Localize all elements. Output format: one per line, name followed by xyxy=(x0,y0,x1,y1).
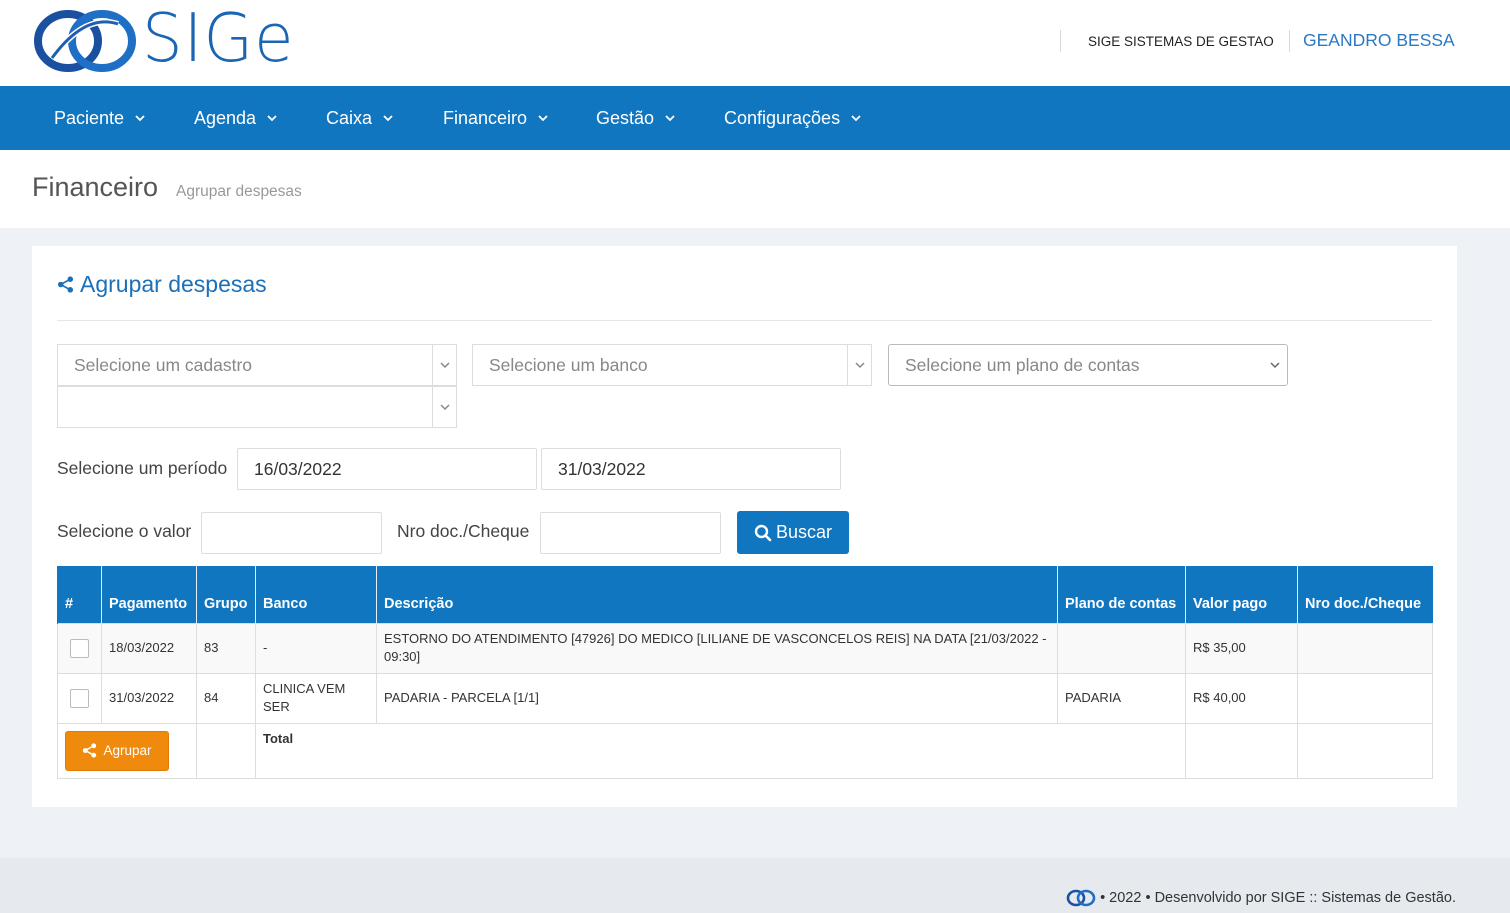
divider xyxy=(57,320,1432,321)
nav-label: Gestão xyxy=(596,107,655,128)
cell-valor: R$ 35,00 xyxy=(1185,622,1298,674)
chevron-down-icon xyxy=(267,115,277,122)
cell-banco: CLINICA VEM SER xyxy=(255,672,377,724)
chevron-down-icon xyxy=(432,387,456,427)
sige-logo[interactable]: SIGe xyxy=(32,0,302,78)
date-from-input[interactable]: 16/03/2022 xyxy=(237,448,537,490)
logo-wordmark: SIGe xyxy=(142,0,295,78)
share-icon xyxy=(83,743,97,758)
col-header[interactable]: Valor pago xyxy=(1185,566,1298,623)
row-select-cell xyxy=(57,672,102,724)
page-header: Financeiro Agrupar despesas xyxy=(0,150,1510,228)
nav-item-gestao[interactable]: Gestão xyxy=(596,86,676,150)
date-to-input[interactable]: 31/03/2022 xyxy=(541,448,841,490)
total-value xyxy=(1185,722,1298,779)
col-header[interactable]: Nro doc./Cheque xyxy=(1297,566,1433,623)
doc-input[interactable] xyxy=(540,512,721,554)
share-icon xyxy=(57,276,74,293)
user-menu[interactable]: GEANDRO BESSA xyxy=(1303,30,1455,51)
footer-empty-cell xyxy=(1297,722,1433,779)
sige-logo-icon xyxy=(1066,889,1096,907)
buscar-button[interactable]: Buscar xyxy=(737,511,849,554)
plano-contas-select[interactable]: Selecione um plano de contas xyxy=(888,344,1288,386)
breadcrumb: Agrupar despesas xyxy=(176,183,302,200)
row-select-cell xyxy=(57,622,102,674)
footer-empty-cell xyxy=(196,722,256,779)
cell-plano: PADARIA xyxy=(1057,672,1186,724)
nav-label: Caixa xyxy=(326,107,373,128)
valor-input[interactable] xyxy=(201,512,382,554)
card-title-text: Agrupar despesas xyxy=(80,271,267,297)
chevron-down-icon xyxy=(538,115,548,122)
chevron-down-icon xyxy=(135,115,145,122)
col-header[interactable]: Grupo xyxy=(196,566,256,623)
page-title: Financeiro xyxy=(32,172,159,202)
table-row: 18/03/2022 83 - ESTORNO DO ATENDIMENTO [… xyxy=(57,622,1433,674)
col-header[interactable]: Banco xyxy=(255,566,377,623)
page-footer: • 2022 • Desenvolvido por SIGE :: Sistem… xyxy=(0,858,1510,913)
nav-label: Financeiro xyxy=(443,107,528,128)
table-header-row: # Pagamento Grupo Banco Descrição Plano … xyxy=(57,566,1433,623)
nav-label: Paciente xyxy=(54,107,125,128)
chevron-down-icon xyxy=(1263,345,1287,385)
nav-item-paciente[interactable]: Paciente xyxy=(54,86,146,150)
footer-credits: • 2022 • Desenvolvido por SIGE :: Sistem… xyxy=(1066,889,1456,907)
periodo-label: Selecione um período xyxy=(57,458,228,478)
nav-label: Agenda xyxy=(194,107,257,128)
chevron-down-icon xyxy=(847,345,871,385)
footer-action-cell: Agrupar xyxy=(57,722,197,779)
search-icon xyxy=(754,524,772,541)
doc-label: Nro doc./Cheque xyxy=(397,521,530,541)
cell-pagamento: 18/03/2022 xyxy=(101,622,197,674)
cell-grupo: 83 xyxy=(196,622,256,674)
banco-select[interactable]: Selecione um banco xyxy=(472,344,872,386)
nav-item-caixa[interactable]: Caixa xyxy=(326,86,394,150)
col-header[interactable]: Plano de contas xyxy=(1057,566,1186,623)
nav-item-financeiro[interactable]: Financeiro xyxy=(443,86,549,150)
cell-descricao: ESTORNO DO ATENDIMENTO [47926] DO MEDICO… xyxy=(376,622,1058,674)
chevron-down-icon xyxy=(851,115,861,122)
row-checkbox[interactable] xyxy=(70,688,89,708)
col-header[interactable]: Pagamento xyxy=(101,566,197,623)
extra-select[interactable] xyxy=(57,386,457,428)
cell-descricao: PADARIA - PARCELA [1/1] xyxy=(376,672,1058,724)
row-checkbox[interactable] xyxy=(70,638,89,658)
cell-plano xyxy=(1057,622,1186,674)
col-header[interactable]: Descrição xyxy=(376,566,1058,623)
cell-grupo: 84 xyxy=(196,672,256,724)
company-name[interactable]: SIGE SISTEMAS DE GESTAO xyxy=(1088,34,1274,49)
chevron-down-icon xyxy=(432,345,456,385)
footer-text: • 2022 • Desenvolvido por SIGE :: Sistem… xyxy=(1100,890,1456,906)
cadastro-select[interactable]: Selecione um cadastro xyxy=(57,344,457,386)
banco-placeholder: Selecione um banco xyxy=(489,355,648,375)
main-nav: Paciente Agenda Caixa Financeiro Gestão … xyxy=(0,86,1510,150)
chevron-down-icon xyxy=(665,115,675,122)
table-footer-row: Agrupar Total xyxy=(57,722,1433,779)
agrupar-label: Agrupar xyxy=(103,742,152,758)
cell-doc xyxy=(1297,622,1433,674)
cell-pagamento: 31/03/2022 xyxy=(101,672,197,724)
top-header: SIGe SIGE SISTEMAS DE GESTAO GEANDRO BES… xyxy=(0,0,1510,86)
agrupar-despesas-card: Agrupar despesas Selecione um cadastro S… xyxy=(32,246,1457,807)
total-label: Total xyxy=(255,722,1186,779)
nav-item-agenda[interactable]: Agenda xyxy=(194,86,278,150)
header-divider xyxy=(1289,30,1290,52)
chevron-down-icon xyxy=(383,115,393,122)
header-divider xyxy=(1060,30,1061,52)
buscar-label: Buscar xyxy=(775,522,833,542)
nav-label: Configurações xyxy=(724,107,841,128)
agrupar-button[interactable]: Agrupar xyxy=(65,730,169,771)
plano-placeholder: Selecione um plano de contas xyxy=(905,355,1140,375)
cadastro-placeholder: Selecione um cadastro xyxy=(74,355,253,375)
cell-doc xyxy=(1297,672,1433,724)
table-row: 31/03/2022 84 CLINICA VEM SER PADARIA - … xyxy=(57,672,1433,724)
valor-label: Selecione o valor xyxy=(57,521,192,541)
cell-valor: R$ 40,00 xyxy=(1185,672,1298,724)
col-header: # xyxy=(57,566,102,623)
cell-banco: - xyxy=(255,622,377,674)
nav-item-configuracoes[interactable]: Configurações xyxy=(724,86,862,150)
despesas-table: # Pagamento Grupo Banco Descrição Plano … xyxy=(57,566,1433,779)
sige-logo-icon xyxy=(34,10,136,72)
card-title: Agrupar despesas xyxy=(57,271,267,298)
